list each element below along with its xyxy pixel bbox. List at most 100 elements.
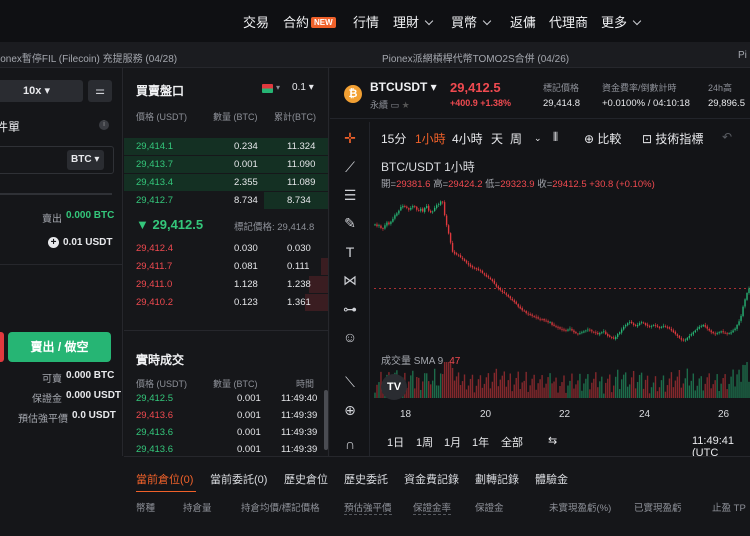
candle-body: [416, 206, 418, 210]
coin-select[interactable]: BTC ▾: [67, 150, 104, 170]
measure-icon[interactable]: ⊶: [340, 299, 360, 319]
tab-transfer-history[interactable]: 劃轉記錄: [475, 471, 519, 487]
pattern-icon[interactable]: ⋈: [340, 270, 360, 290]
candle-body: [634, 324, 637, 326]
stat-high-value: 29,896.5: [708, 98, 745, 109]
book-ask-row[interactable]: 29,411.0 1.128 1.238: [124, 276, 328, 293]
candle-body: [696, 328, 698, 330]
candle-body: [382, 228, 384, 229]
volume-bar: [527, 391, 529, 398]
trade-time: 11:49:40: [281, 393, 318, 404]
range-1m[interactable]: 1月: [444, 434, 461, 450]
amount-slider[interactable]: [0, 193, 112, 195]
tab-positions[interactable]: 當前倉位(0): [136, 471, 193, 487]
symbol-select[interactable]: BTCUSDT ▾: [370, 80, 437, 94]
sell-short-button[interactable]: 賣出 / 做空: [8, 332, 111, 362]
ruler-icon[interactable]: ⟍: [340, 372, 360, 392]
candle-body: [378, 225, 380, 227]
precision-select[interactable]: 0.1 ▾: [292, 82, 314, 93]
volume-bar: [583, 383, 585, 398]
book-ask-row[interactable]: 29,410.2 0.123 1.361: [124, 294, 328, 311]
trades-scrollbar[interactable]: [324, 390, 328, 450]
announcement-right[interactable]: Pi: [738, 50, 747, 61]
buy-long-button[interactable]: [0, 332, 4, 362]
range-1d[interactable]: 1日: [387, 434, 404, 450]
crosshair-icon[interactable]: ✛: [340, 128, 360, 148]
volume-bar: [742, 364, 744, 398]
tab-position-history[interactable]: 歷史倉位: [284, 471, 328, 487]
tf-4h[interactable]: 4小時: [452, 130, 483, 147]
low-key: 低: [485, 179, 495, 190]
horizontal-lines-icon[interactable]: ☰: [340, 185, 360, 205]
date-range-icon[interactable]: ⇆: [548, 434, 557, 447]
candle-type-icon[interactable]: ⫴: [553, 130, 558, 145]
announcement-center[interactable]: Pionex派網槓桿代幣TOMO2S合併 (04/26): [382, 50, 569, 65]
nav-rebate[interactable]: 返傭: [510, 12, 536, 31]
nav-agent[interactable]: 代理商: [549, 12, 588, 31]
nav-buy-crypto[interactable]: 買幣: [451, 12, 492, 31]
tab-trial-fund[interactable]: 體驗金: [535, 471, 568, 487]
zoom-in-icon[interactable]: ⊕: [340, 400, 360, 420]
candle-body: [618, 332, 621, 334]
book-layout-icon[interactable]: [262, 84, 273, 93]
nav-contract[interactable]: 合約 NEW: [283, 12, 336, 31]
caret-down-icon[interactable]: ▾: [276, 83, 280, 92]
volume-bar: [686, 368, 689, 398]
nav-market[interactable]: 行情: [353, 12, 379, 31]
book-bid-row[interactable]: 29,412.7 8.734 8.734: [124, 192, 328, 209]
tf-15m[interactable]: 15分: [381, 130, 406, 147]
emoji-icon[interactable]: ☺: [340, 327, 360, 347]
range-1w[interactable]: 1周: [416, 434, 433, 450]
undo-icon[interactable]: ↶: [722, 130, 732, 144]
tf-1h[interactable]: 1小時: [415, 130, 446, 147]
tab-order-history[interactable]: 歷史委託: [344, 471, 388, 487]
candle-body: [374, 224, 376, 226]
indicator-icon: ⊡: [642, 132, 653, 146]
nav-more[interactable]: 更多: [601, 12, 642, 31]
plus-icon[interactable]: +: [48, 237, 59, 248]
book-bid-row[interactable]: 29,413.4 2.355 11.089: [124, 174, 328, 191]
candle-body: [475, 268, 478, 270]
trendline-icon[interactable]: ⟋: [340, 157, 360, 177]
tab-open-orders[interactable]: 當前委託(0): [210, 471, 267, 487]
candle-body: [630, 321, 633, 324]
star-icon[interactable]: ★: [402, 100, 410, 110]
book-bid-row[interactable]: 29,413.7 0.001 11.090: [124, 156, 328, 173]
compare-button[interactable]: ⊕ 比較: [584, 130, 621, 147]
volume-bar: [660, 380, 663, 398]
range-1y[interactable]: 1年: [472, 434, 489, 450]
nav-trade[interactable]: 交易: [243, 12, 269, 31]
volume-bar: [605, 382, 607, 398]
bid-total: 11.324: [287, 141, 316, 152]
info-icon[interactable]: i: [99, 120, 109, 130]
candle-body: [386, 222, 388, 226]
book-ask-row[interactable]: 29,412.4 0.030 0.030: [124, 240, 328, 257]
range-all[interactable]: 全部: [501, 434, 523, 450]
stat-mark-label: 標記價格: [543, 83, 580, 93]
book-ask-row[interactable]: 29,411.7 0.081 0.111: [124, 258, 328, 275]
new-badge: NEW: [311, 17, 336, 28]
book-bid-row[interactable]: 29,414.1 0.234 11.324: [124, 138, 328, 155]
candle-body: [708, 328, 710, 331]
depth-bar: [321, 258, 328, 275]
open-key: 開: [381, 179, 391, 190]
book-icon[interactable]: ▭: [391, 100, 400, 110]
nav-finance[interactable]: 理財: [393, 12, 434, 31]
tab-funding-history[interactable]: 資金費記錄: [404, 471, 459, 487]
candle-body: [515, 301, 517, 304]
candlestick-plot[interactable]: [374, 192, 750, 402]
candle-body: [408, 208, 410, 210]
volume-bar: [581, 390, 583, 398]
trade-qty: 0.001: [237, 393, 261, 404]
announcement-left[interactable]: ionex暫停FIL (Filecoin) 充提服務 (04/28): [0, 50, 177, 65]
magnet-icon[interactable]: ∩: [340, 434, 360, 454]
chevron-down-icon[interactable]: ⌄: [534, 133, 542, 144]
indicators-button[interactable]: ⊡ 技術指標: [642, 130, 703, 147]
text-tool-icon[interactable]: T: [340, 242, 360, 262]
brush-icon[interactable]: ✎: [340, 213, 360, 233]
bitcoin-icon: ₿: [344, 85, 362, 103]
leverage-select[interactable]: 10x ▾: [0, 80, 83, 102]
settings-sliders-icon[interactable]: ⚌: [88, 80, 112, 102]
tf-1w[interactable]: 周: [510, 130, 522, 147]
tf-1d[interactable]: 天: [491, 130, 503, 147]
